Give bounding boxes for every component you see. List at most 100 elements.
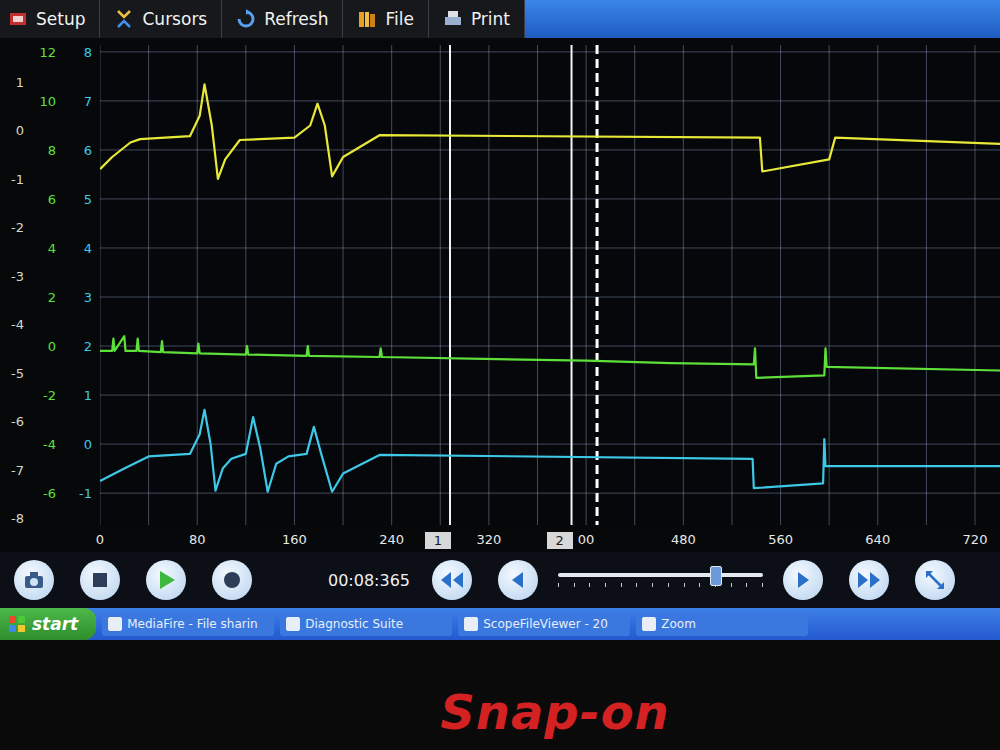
x-tick-label: 00 bbox=[578, 532, 595, 547]
grid-line bbox=[343, 45, 344, 525]
window-icon bbox=[464, 617, 478, 631]
x-tick-label: 720 bbox=[963, 532, 988, 547]
y-tick-label: -4 bbox=[11, 318, 24, 331]
taskbar-item[interactable]: Zoom bbox=[636, 612, 808, 636]
taskbar-item[interactable]: Diagnostic Suite bbox=[280, 612, 452, 636]
rewind-icon bbox=[439, 569, 465, 591]
y-tick-label: 0 bbox=[84, 438, 92, 451]
y-tick-label: 0 bbox=[16, 124, 24, 137]
playback-slider[interactable] bbox=[558, 573, 763, 587]
y-tick-label: -6 bbox=[11, 415, 24, 428]
windows-logo-icon bbox=[8, 615, 26, 633]
cursor-label[interactable]: 1 bbox=[425, 532, 451, 549]
grid-line bbox=[100, 149, 1000, 150]
file-icon bbox=[357, 9, 377, 29]
x-tick-label: 160 bbox=[282, 532, 307, 547]
fast-forward-shape bbox=[858, 572, 880, 588]
refresh-icon bbox=[236, 9, 256, 29]
file-shape bbox=[359, 12, 364, 27]
grid-line bbox=[100, 346, 1000, 347]
y-tick-label: 8 bbox=[84, 45, 92, 58]
step-back-button[interactable] bbox=[498, 560, 538, 600]
capture-button[interactable] bbox=[14, 560, 54, 600]
slider-mark bbox=[621, 583, 622, 587]
toolbar-label: Setup bbox=[36, 9, 85, 29]
logo-pane bbox=[18, 616, 25, 623]
x-tick-label: 560 bbox=[768, 532, 793, 547]
rewind-button[interactable] bbox=[432, 560, 472, 600]
file-shape bbox=[365, 12, 369, 27]
toolbar-button[interactable]: Refresh bbox=[222, 0, 343, 38]
cursors-icon bbox=[114, 9, 134, 29]
play-icon bbox=[154, 568, 178, 592]
toolbar-label: File bbox=[385, 9, 413, 29]
grid-line bbox=[440, 45, 441, 525]
brand-logo: Snap-on bbox=[440, 684, 670, 740]
trace-line bbox=[100, 410, 1000, 492]
start-button[interactable]: start bbox=[0, 608, 96, 640]
expand-shape bbox=[926, 571, 944, 589]
cursor-arrow bbox=[118, 11, 130, 17]
time-readout: 00:08:365 bbox=[328, 571, 410, 590]
y-tick-label: 6 bbox=[48, 193, 56, 206]
cursor-line[interactable] bbox=[449, 45, 451, 525]
zoom-button[interactable] bbox=[915, 560, 955, 600]
grid-line bbox=[100, 51, 1000, 52]
stop-button[interactable] bbox=[80, 560, 120, 600]
step-forward-button[interactable] bbox=[783, 560, 823, 600]
print-icon bbox=[443, 9, 463, 29]
record-button[interactable] bbox=[212, 560, 252, 600]
toolbar-button[interactable]: Setup bbox=[0, 0, 100, 38]
slider-mark bbox=[684, 583, 685, 587]
grid-line bbox=[100, 198, 1000, 199]
y-tick-label: -3 bbox=[11, 269, 24, 282]
fast-forward-button[interactable] bbox=[849, 560, 889, 600]
stop-icon bbox=[89, 569, 111, 591]
camera-lens bbox=[30, 578, 38, 586]
taskbar-item[interactable]: ScopeFileViewer - 20 bbox=[458, 612, 630, 636]
cursor-line[interactable] bbox=[571, 45, 573, 525]
cursor-label[interactable]: 2 bbox=[547, 532, 573, 549]
toolbar-button[interactable]: File bbox=[343, 0, 428, 38]
grid-line bbox=[488, 45, 489, 525]
taskbar: start MediaFire - File sharin Diagnostic… bbox=[0, 608, 1000, 640]
y-tick-label: 4 bbox=[84, 241, 92, 254]
slider-mark bbox=[605, 583, 606, 587]
taskbar-item[interactable]: MediaFire - File sharin bbox=[102, 612, 274, 636]
play-button[interactable] bbox=[146, 560, 186, 600]
grid-line bbox=[100, 493, 1000, 494]
logo-pane bbox=[18, 625, 25, 632]
x-tick-label: 0 bbox=[96, 532, 104, 547]
toolbar-button[interactable]: Cursors bbox=[100, 0, 222, 38]
slider-mark bbox=[762, 583, 763, 587]
x-tick-label: 320 bbox=[476, 532, 501, 547]
grid-line bbox=[294, 45, 295, 525]
grid-line bbox=[148, 45, 149, 525]
grid-line bbox=[100, 444, 1000, 445]
logo-pane bbox=[9, 616, 16, 623]
grid-line bbox=[100, 297, 1000, 298]
y-tick-label: -6 bbox=[43, 486, 56, 499]
slider-mark bbox=[731, 583, 732, 587]
toolbar-button[interactable]: Print bbox=[429, 0, 525, 38]
device-bezel: Snap-on bbox=[0, 640, 1000, 750]
y-tick-label: -2 bbox=[11, 221, 24, 234]
position-marker[interactable] bbox=[596, 45, 599, 525]
grid-line bbox=[100, 395, 1000, 396]
slider-mark bbox=[746, 583, 747, 587]
taskbar-label: Diagnostic Suite bbox=[305, 617, 403, 631]
start-label: start bbox=[32, 614, 78, 634]
grid-line bbox=[877, 45, 878, 525]
taskbar-label: Zoom bbox=[661, 617, 696, 631]
slider-thumb[interactable] bbox=[710, 566, 722, 586]
grid-line bbox=[731, 45, 732, 525]
slider-mark bbox=[699, 583, 700, 587]
toolbar-label: Print bbox=[471, 9, 510, 29]
grid-line bbox=[586, 45, 587, 525]
cursor-arrow bbox=[118, 21, 130, 27]
refresh-arrow bbox=[246, 9, 250, 15]
record-dot bbox=[224, 572, 240, 588]
y-tick-label: -8 bbox=[11, 512, 24, 525]
taskbar-label: ScopeFileViewer - 20 bbox=[483, 617, 608, 631]
y-tick-label: 0 bbox=[48, 339, 56, 352]
